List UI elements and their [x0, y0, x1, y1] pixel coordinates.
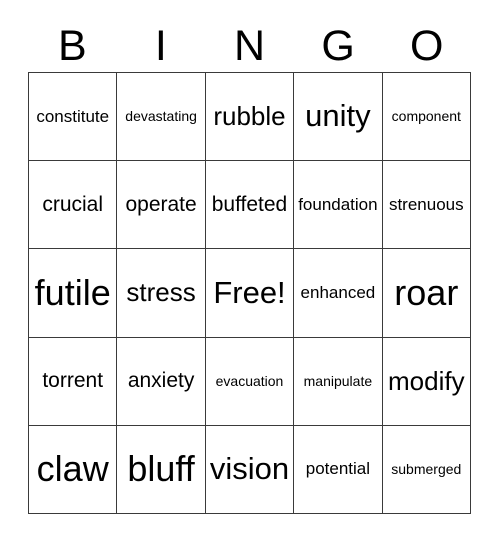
bingo-cell[interactable]: operate — [117, 161, 206, 250]
bingo-cell[interactable]: futile — [29, 249, 118, 338]
bingo-cell-label: anxiety — [127, 369, 195, 393]
bingo-cell[interactable]: evacuation — [205, 337, 295, 426]
bingo-cell-label: manipulate — [303, 372, 373, 389]
bingo-cell-label: buffeted — [211, 192, 288, 216]
bingo-cell[interactable]: buffeted — [205, 161, 295, 250]
bingo-cell[interactable]: crucial — [29, 161, 118, 250]
bingo-header-letter-n: N — [233, 21, 266, 70]
bingo-cell[interactable]: enhanced — [294, 249, 383, 338]
bingo-cell-label: torrent — [42, 369, 104, 393]
bingo-cell-label: unity — [305, 98, 371, 134]
bingo-cell[interactable]: devastating — [117, 73, 206, 162]
bingo-cell-label: foundation — [298, 194, 378, 214]
bingo-cell[interactable]: rubble — [205, 73, 295, 162]
bingo-cell[interactable]: constitute — [29, 73, 118, 162]
bingo-cell-label: vision — [209, 451, 290, 487]
bingo-cell-label: claw — [36, 448, 109, 490]
bingo-cell[interactable]: bluff — [117, 425, 206, 514]
bingo-header-letter-i: I — [154, 21, 167, 70]
bingo-cell-label: strenuous — [388, 194, 464, 214]
bingo-cell-label: bluff — [127, 448, 195, 490]
bingo-cell[interactable]: manipulate — [294, 337, 383, 426]
bingo-cell-label: component — [391, 108, 461, 125]
bingo-cell-label: devastating — [125, 108, 197, 125]
bingo-cell-label: submerged — [391, 461, 462, 478]
bingo-header-letter-g: G — [321, 21, 355, 70]
bingo-cell-label: futile — [34, 272, 111, 314]
bingo-cell[interactable]: strenuous — [382, 161, 471, 250]
bingo-cell-label: evacuation — [215, 372, 284, 389]
bingo-cell[interactable]: foundation — [294, 161, 383, 250]
bingo-cell-label: Free! — [213, 274, 286, 310]
bingo-cell[interactable]: anxiety — [117, 337, 206, 426]
bingo-cell-label: potential — [305, 459, 371, 479]
bingo-grid: constitute devastating rubble unity comp… — [28, 72, 471, 514]
bingo-cell-label: crucial — [42, 192, 104, 216]
bingo-header-letter-b: B — [57, 21, 87, 70]
bingo-cell[interactable]: torrent — [29, 337, 118, 426]
bingo-card: B I N G O constitute devastating rubble … — [0, 0, 500, 544]
bingo-cell-label: stress — [126, 277, 196, 308]
bingo-cell[interactable]: component — [382, 73, 471, 162]
bingo-cell[interactable]: unity — [294, 73, 383, 162]
bingo-cell[interactable]: modify — [382, 337, 471, 426]
bingo-cell[interactable]: roar — [382, 249, 471, 338]
bingo-header-letter-o: O — [409, 21, 444, 70]
bingo-cell[interactable]: stress — [117, 249, 206, 338]
bingo-cell[interactable]: vision — [205, 425, 295, 514]
bingo-header: B I N G O — [28, 20, 471, 72]
bingo-cell-label: enhanced — [300, 283, 376, 303]
bingo-cell-label: modify — [388, 365, 465, 396]
bingo-cell-free[interactable]: Free! — [205, 249, 295, 338]
bingo-cell[interactable]: submerged — [382, 425, 471, 514]
bingo-cell[interactable]: claw — [29, 425, 118, 514]
bingo-cell-label: operate — [125, 192, 197, 216]
bingo-cell-label: constitute — [36, 106, 110, 126]
bingo-cell-label: roar — [394, 272, 459, 314]
bingo-cell[interactable]: potential — [294, 425, 383, 514]
bingo-cell-label: rubble — [213, 100, 286, 131]
